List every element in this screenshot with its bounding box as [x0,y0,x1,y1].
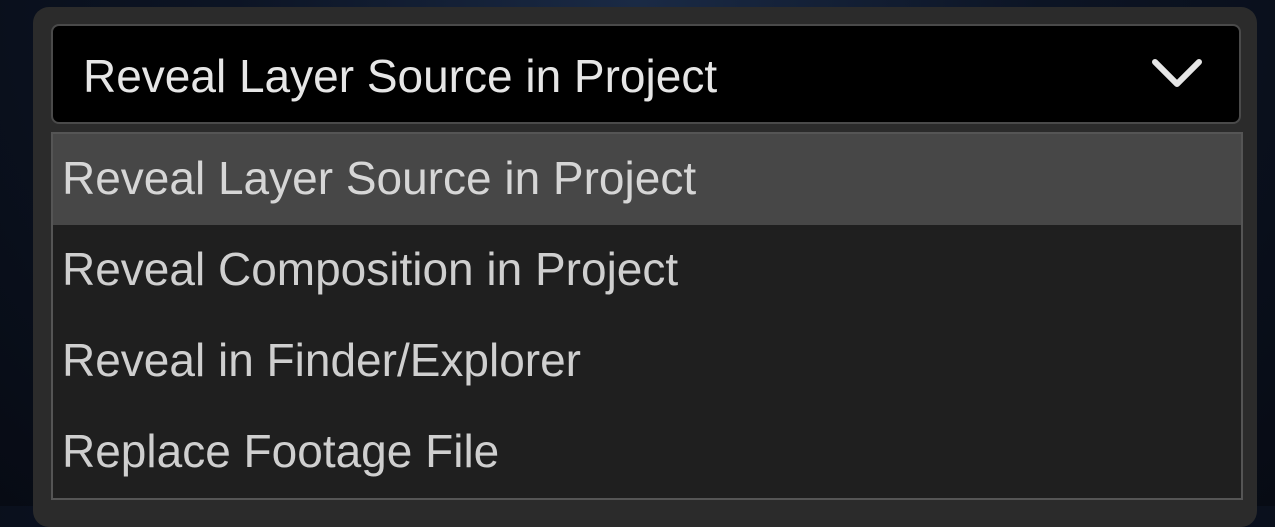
menu-item-reveal-composition[interactable]: Reveal Composition in Project [53,225,1241,316]
menu-item-reveal-layer-source[interactable]: Reveal Layer Source in Project [53,134,1241,225]
dropdown-menu: Reveal Layer Source in Project Reveal Co… [51,132,1243,500]
action-select[interactable]: Reveal Layer Source in Project [51,24,1241,124]
menu-item-replace-footage[interactable]: Replace Footage File [53,407,1241,498]
menu-item-reveal-in-finder[interactable]: Reveal in Finder/Explorer [53,316,1241,407]
select-current-value: Reveal Layer Source in Project [83,50,718,102]
chevron-down-icon[interactable] [1151,56,1203,92]
